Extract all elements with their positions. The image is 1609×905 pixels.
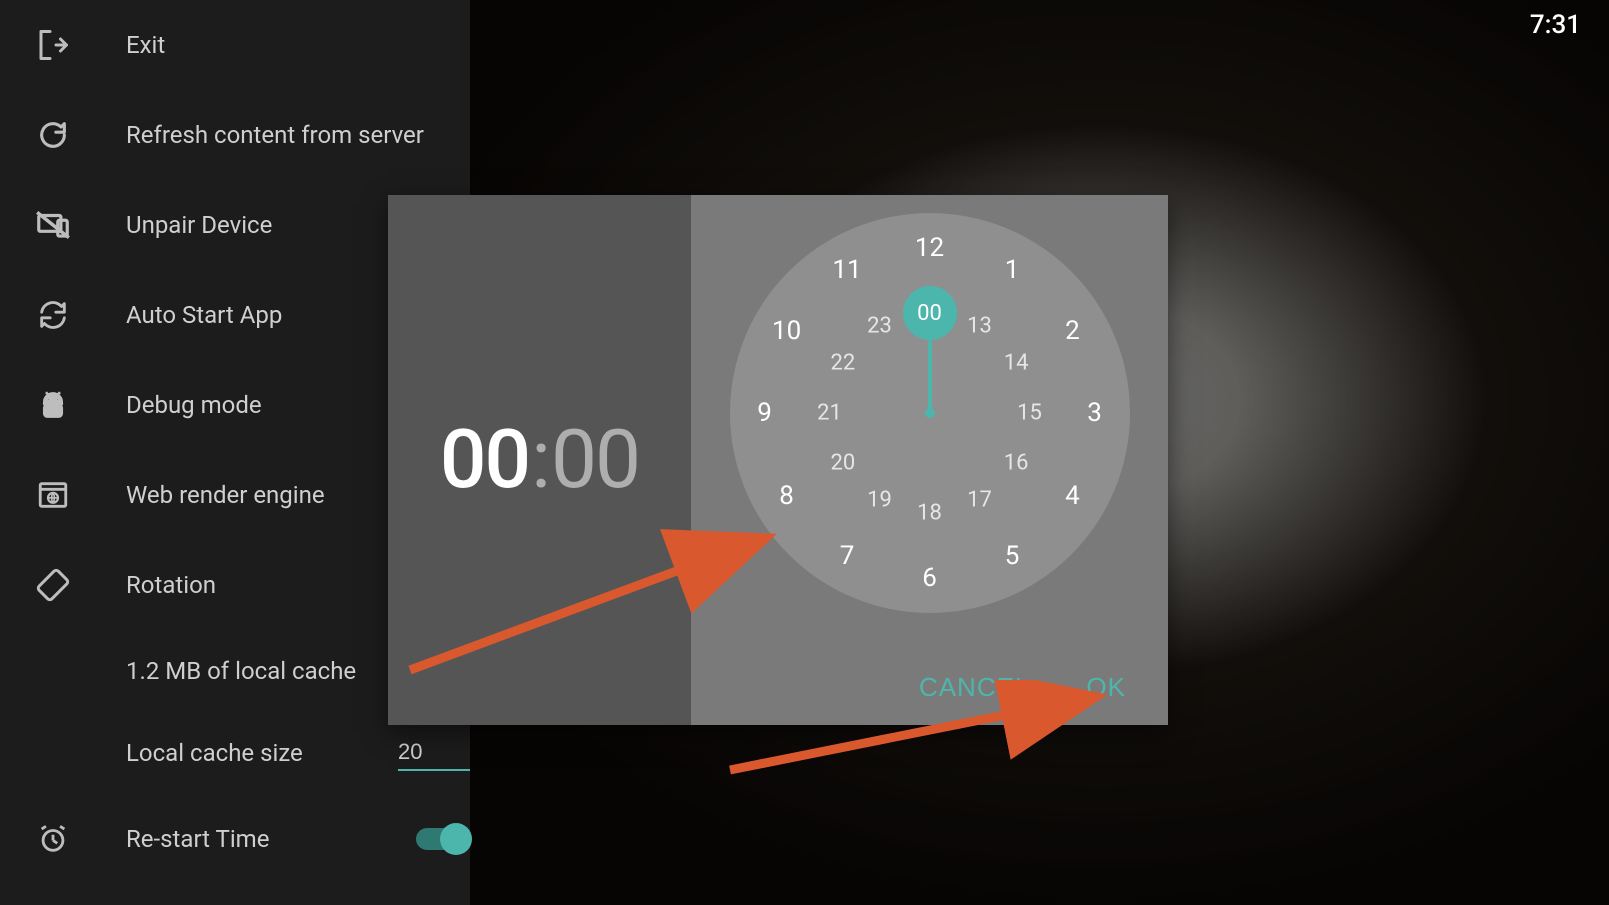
clock-hour-8[interactable]: 8 bbox=[779, 481, 794, 511]
sidebar-item-label: Local cache size bbox=[126, 739, 398, 767]
restart-time-toggle[interactable] bbox=[416, 828, 470, 850]
rotation-icon bbox=[30, 562, 76, 608]
time-hours[interactable]: 00 bbox=[440, 412, 529, 508]
clock-hour-6[interactable]: 6 bbox=[922, 563, 937, 593]
clock-hour-9[interactable]: 9 bbox=[757, 398, 772, 428]
clock-hour-23[interactable]: 23 bbox=[867, 314, 892, 339]
clock-hour-18[interactable]: 18 bbox=[917, 501, 942, 526]
cache-size-input[interactable] bbox=[398, 735, 470, 771]
sidebar-item-label: Re-start Time bbox=[126, 825, 416, 853]
android-icon bbox=[30, 382, 76, 428]
clock-hour-10[interactable]: 10 bbox=[772, 316, 801, 346]
dialog-button-row: CANCEL OK bbox=[919, 672, 1126, 703]
ok-button[interactable]: OK bbox=[1086, 672, 1126, 703]
unpair-device-icon bbox=[30, 202, 76, 248]
time-picker-dialog: 00:00 00 1212345678910111314151617181920… bbox=[388, 195, 1168, 725]
clock-hour-7[interactable]: 7 bbox=[840, 541, 855, 571]
time-colon: : bbox=[529, 412, 551, 508]
time-picker-header: 00:00 bbox=[388, 195, 691, 725]
exit-icon bbox=[30, 22, 76, 68]
clock-center-dot bbox=[925, 408, 935, 418]
clock-hour-13[interactable]: 13 bbox=[967, 314, 992, 339]
sidebar-item-exit[interactable]: Exit bbox=[0, 0, 470, 90]
sidebar-item-label: Exit bbox=[126, 31, 470, 59]
clock-hour-3[interactable]: 3 bbox=[1087, 398, 1102, 428]
time-minutes[interactable]: 00 bbox=[551, 412, 639, 508]
sidebar-item-refresh[interactable]: Refresh content from server bbox=[0, 90, 470, 180]
browser-icon bbox=[30, 472, 76, 518]
time-display: 00:00 bbox=[440, 412, 639, 508]
clock-face[interactable]: 00 1212345678910111314151617181920212223 bbox=[730, 213, 1130, 613]
clock-selected-hour[interactable]: 00 bbox=[903, 286, 957, 340]
clock-hour-21[interactable]: 21 bbox=[817, 401, 842, 426]
clock-hour-14[interactable]: 14 bbox=[1004, 351, 1029, 376]
clock-hour-17[interactable]: 17 bbox=[967, 487, 992, 512]
clock-hour-15[interactable]: 15 bbox=[1017, 401, 1042, 426]
clock-hour-2[interactable]: 2 bbox=[1065, 316, 1080, 346]
clock-hour-12[interactable]: 12 bbox=[915, 233, 944, 263]
sidebar-item-restart-time[interactable]: Re-start Time bbox=[0, 794, 470, 884]
clock-hour-11[interactable]: 11 bbox=[832, 255, 861, 285]
cancel-button[interactable]: CANCEL bbox=[919, 672, 1030, 703]
clock-hour-5[interactable]: 5 bbox=[1005, 541, 1020, 571]
clock-hour-22[interactable]: 22 bbox=[831, 351, 856, 376]
sync-icon bbox=[30, 292, 76, 338]
clock-hour-1[interactable]: 1 bbox=[1005, 255, 1020, 285]
clock-hour-16[interactable]: 16 bbox=[1004, 451, 1029, 476]
clock-hour-20[interactable]: 20 bbox=[831, 451, 856, 476]
refresh-icon bbox=[30, 112, 76, 158]
status-bar-clock: 7:31 bbox=[1530, 10, 1581, 40]
sidebar-item-label: Refresh content from server bbox=[126, 121, 470, 149]
alarm-icon bbox=[30, 816, 76, 862]
time-picker-body: 00 1212345678910111314151617181920212223… bbox=[691, 195, 1168, 725]
clock-hour-4[interactable]: 4 bbox=[1065, 481, 1080, 511]
clock-hour-19[interactable]: 19 bbox=[867, 487, 892, 512]
